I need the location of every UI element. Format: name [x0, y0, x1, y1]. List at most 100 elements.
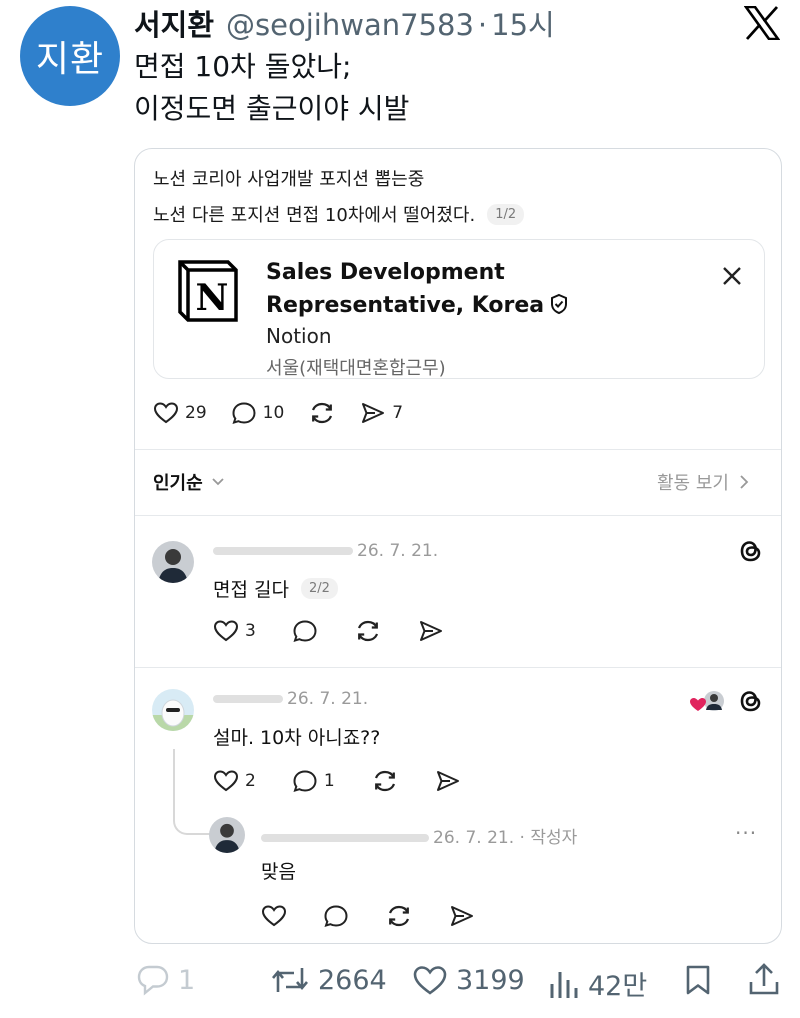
repost-button[interactable]: [371, 769, 399, 793]
page-indicator: 1/2: [487, 203, 525, 225]
reply-button[interactable]: [292, 619, 318, 643]
repost-icon: [388, 905, 410, 927]
heart-icon: [213, 770, 239, 792]
reply-button[interactable]: [323, 904, 349, 928]
share-button[interactable]: 7: [360, 401, 403, 425]
upload-icon: [749, 963, 779, 995]
user-handle[interactable]: @seojihwan7583: [226, 8, 474, 42]
redacted-username: [213, 547, 353, 555]
repost-button[interactable]: [354, 619, 382, 643]
share-button[interactable]: [449, 904, 475, 928]
redacted-username: [261, 834, 429, 842]
job-location: 서울(재택대면혼합근무): [266, 358, 446, 379]
like-button[interactable]: [261, 904, 287, 928]
post-text-line-2: 노션 다른 포지션 면접 10차에서 떨어졌다. 1/2: [153, 201, 525, 227]
display-name[interactable]: 서지환: [134, 2, 214, 44]
comment-text-label: 면접 길다: [213, 579, 289, 601]
comment-text: 면접 길다 2/2: [213, 575, 338, 602]
commenter-avatar[interactable]: [152, 689, 194, 731]
tweet-like-count: 3199: [456, 964, 525, 996]
page-indicator: 2/2: [300, 578, 338, 599]
job-company: Notion: [266, 324, 332, 348]
tweet-header: 서지환 @seojihwan7583 · 15시: [134, 2, 555, 44]
verified-icon: [551, 293, 568, 315]
embedded-post-card[interactable]: 노션 코리아 사업개발 포지션 뽑는중 노션 다른 포지션 면접 10차에서 떨…: [134, 148, 782, 944]
like-count: 29: [185, 403, 207, 423]
commenter-avatar[interactable]: [152, 541, 194, 583]
job-title-text[interactable]: Sales Development Representative, Korea: [266, 260, 544, 318]
character-avatar-icon: [152, 699, 194, 731]
like-button[interactable]: 29: [153, 401, 207, 425]
reply-count: 1: [323, 771, 335, 791]
person-icon: [214, 823, 240, 853]
view-activity-label: 활동 보기: [657, 473, 729, 494]
comment-action-bar: [261, 904, 499, 928]
divider: [135, 515, 781, 516]
share-icon: [436, 771, 459, 791]
commenter-avatar[interactable]: [209, 817, 245, 853]
reply-icon: [293, 620, 317, 642]
tweet-reply-button[interactable]: 1: [136, 964, 195, 996]
reply-count: 10: [262, 403, 285, 423]
repost-button[interactable]: [308, 401, 336, 425]
views-icon: [550, 971, 578, 998]
reply-icon: [324, 905, 348, 927]
share-icon: [362, 403, 385, 423]
tweet-like-button[interactable]: 3199: [412, 964, 525, 996]
comment-date: 26. 7. 21.: [357, 541, 439, 561]
tweet-views-button[interactable]: 42만: [548, 964, 647, 1003]
sort-dropdown[interactable]: 인기순: [153, 469, 225, 495]
threads-icon[interactable]: [737, 687, 765, 715]
bookmark-icon: [686, 965, 710, 995]
share-icon: [419, 621, 442, 641]
like-button[interactable]: 3: [213, 619, 256, 643]
share-button[interactable]: [418, 619, 444, 643]
comment-meta: 26. 7. 21.: [213, 689, 368, 709]
share-button[interactable]: [435, 769, 461, 793]
reply-icon: [232, 402, 256, 424]
tweet-time[interactable]: 15시: [491, 2, 555, 44]
tweet-reply-count: 1: [178, 964, 196, 996]
liked-by-author-icon: [690, 691, 724, 711]
like-button[interactable]: 2: [213, 769, 256, 793]
more-options-button[interactable]: ···: [735, 821, 757, 845]
retweet-icon: [272, 968, 308, 992]
heart-icon: [413, 966, 447, 995]
x-logo-icon[interactable]: [744, 6, 780, 40]
chevron-down-icon: [212, 478, 224, 486]
share-tweet-button[interactable]: [748, 962, 780, 996]
notion-logo-letter: N: [196, 277, 229, 319]
chevron-right-icon: [740, 475, 749, 489]
comment-text: 맞음: [261, 861, 296, 883]
comment-date: 26. 7. 21.: [433, 828, 515, 848]
comment-meta: 26. 7. 21.: [213, 541, 438, 561]
bookmark-button[interactable]: [684, 964, 712, 996]
share-count: 7: [392, 403, 404, 423]
view-activity-link[interactable]: 활동 보기: [657, 469, 749, 495]
reply-button[interactable]: 1: [292, 769, 335, 793]
comment-text: 설마. 10차 아니죠??: [213, 727, 381, 749]
sort-label: 인기순: [153, 473, 203, 494]
job-title[interactable]: Sales Development Representative, Korea: [266, 256, 586, 322]
post-action-bar: 29 10 7: [153, 401, 427, 425]
tweet-retweet-button[interactable]: 2664: [270, 964, 387, 996]
heart-icon: [153, 402, 179, 424]
comment-date: 26. 7. 21.: [287, 689, 369, 709]
tweet-text-line-2: 이정도면 출근이야 시발: [134, 92, 410, 125]
notion-logo-icon: N: [178, 260, 238, 322]
post-text-line-1: 노션 코리아 사업개발 포지션 뽑는중: [153, 169, 425, 190]
reply-thread-line: [173, 749, 213, 835]
like-count: 3: [245, 621, 256, 641]
job-posting-card[interactable]: N Sales Development Representative, Kore…: [153, 239, 765, 379]
repost-button[interactable]: [385, 904, 413, 928]
comment-action-bar: 3: [213, 619, 468, 643]
reply-button[interactable]: 10: [231, 401, 285, 425]
tweet-text-line-1: 면접 10차 돌았나;: [134, 50, 352, 83]
close-icon[interactable]: [720, 264, 744, 288]
repost-icon: [357, 620, 378, 642]
profile-avatar[interactable]: 지환: [20, 6, 120, 106]
comment-meta: 26. 7. 21. · 작성자: [261, 823, 577, 848]
threads-icon[interactable]: [737, 537, 765, 565]
like-count: 2: [245, 771, 256, 791]
tweet-retweet-count: 2664: [318, 964, 387, 996]
